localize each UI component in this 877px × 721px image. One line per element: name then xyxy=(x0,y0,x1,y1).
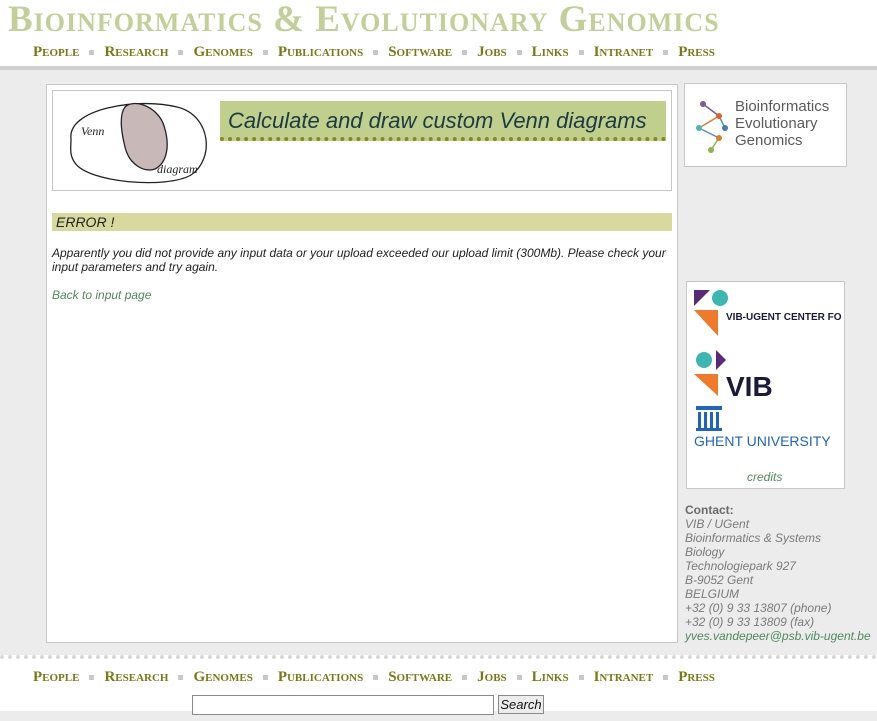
main-content: Venn diagram Calculate and draw custom V… xyxy=(46,84,678,643)
nav-item-software[interactable]: Software xyxy=(388,669,452,686)
nav-item-press[interactable]: Press xyxy=(678,669,715,686)
nav-separator xyxy=(89,675,95,680)
nav-item-software[interactable]: Software xyxy=(388,44,452,61)
site-title[interactable]: Bioinformatics & Evolutionary Genomics xyxy=(8,0,720,40)
nav-separator xyxy=(262,675,268,680)
contact-block: Contact: VIB / UGent Bioinformatics & Sy… xyxy=(685,503,871,643)
vib-ugent-psb-logo: VIB-UGENT CENTER FOR PLANT SYSTEMS BIOLO… xyxy=(694,290,842,336)
contact-line: VIB / UGent xyxy=(685,517,750,531)
nav-item-intranet[interactable]: Intranet xyxy=(594,44,654,61)
search-input[interactable] xyxy=(192,695,494,715)
venn-logo-word: Venn xyxy=(81,124,104,138)
nav-item-intranet[interactable]: Intranet xyxy=(594,669,654,686)
contact-line: Bioinformatics & Systems xyxy=(685,531,822,545)
nav-separator xyxy=(578,675,584,680)
nav-separator xyxy=(373,675,379,680)
nav-separator xyxy=(262,50,268,55)
vib-logo: VIB xyxy=(694,350,773,402)
nav-item-genomes[interactable]: Genomes xyxy=(193,44,252,61)
nav-item-research[interactable]: Research xyxy=(104,44,168,61)
nav-separator xyxy=(663,50,669,55)
back-to-input-link[interactable]: Back to input page xyxy=(52,288,151,302)
nav-separator xyxy=(663,675,669,680)
partner-logos-graphic: VIB-UGENT CENTER FOR PLANT SYSTEMS BIOLO… xyxy=(694,290,842,449)
site-footer: People Research Genomes Publications Sof… xyxy=(0,655,877,715)
error-message: Apparently you did not provide any input… xyxy=(52,246,666,274)
nav-separator xyxy=(462,50,468,55)
contact-line: B-9052 Gent xyxy=(685,573,754,587)
nav-item-research[interactable]: Research xyxy=(104,669,168,686)
network-icon xyxy=(696,101,728,153)
nav-item-jobs[interactable]: Jobs xyxy=(477,669,507,686)
venn-diagram-logo: Venn diagram xyxy=(70,102,207,184)
contact-email-link[interactable]: yves.vandepeer@psb.vib-ugent.be xyxy=(685,629,871,643)
contact-label: Contact: xyxy=(685,503,734,517)
nav-item-press[interactable]: Press xyxy=(678,44,715,61)
nav-item-publications[interactable]: Publications xyxy=(278,44,363,61)
partner-psb-name: VIB-UGENT CENTER FOR PLANT SYSTEMS BIOLO… xyxy=(726,312,842,323)
beg-logo-text: Bioinformatics Evolutionary Genomics xyxy=(735,98,829,149)
search-button[interactable]: Search xyxy=(498,695,544,714)
nav-separator xyxy=(178,675,184,680)
nav-item-publications[interactable]: Publications xyxy=(278,669,363,686)
ghent-university-logo: GHENT UNIVERSITY xyxy=(694,406,831,449)
contact-line: Technologiepark 927 xyxy=(685,559,796,573)
nav-item-jobs[interactable]: Jobs xyxy=(477,44,507,61)
contact-line: +32 (0) 9 33 13809 (fax) xyxy=(685,615,815,629)
nav-separator xyxy=(578,50,584,55)
site-header: Bioinformatics & Evolutionary Genomics P… xyxy=(0,0,877,66)
credits-link[interactable]: credits xyxy=(747,470,782,484)
venn-logo-word: diagram xyxy=(157,162,198,176)
partner-logos: VIB-UGENT CENTER FOR PLANT SYSTEMS BIOLO… xyxy=(686,281,845,489)
beg-logo-line: Genomics xyxy=(735,132,803,149)
contact-line: Biology xyxy=(685,545,725,559)
nav-item-links[interactable]: Links xyxy=(532,669,569,686)
nav-item-genomes[interactable]: Genomes xyxy=(193,669,252,686)
contact-line: +32 (0) 9 33 13807 (phone) xyxy=(685,601,832,615)
error-heading: ERROR ! xyxy=(52,213,672,231)
nav-separator xyxy=(178,50,184,55)
contact-line: BELGIUM xyxy=(685,587,740,601)
beg-logo[interactable]: Bioinformatics Evolutionary Genomics xyxy=(684,83,847,167)
nav-item-links[interactable]: Links xyxy=(532,44,569,61)
page-title: Calculate and draw custom Venn diagrams xyxy=(220,101,666,141)
nav-separator xyxy=(462,675,468,680)
nav-item-people[interactable]: People xyxy=(33,44,79,61)
nav-separator xyxy=(373,50,379,55)
footer-nav: People Research Genomes Publications Sof… xyxy=(33,669,715,686)
top-nav: People Research Genomes Publications Sof… xyxy=(33,44,715,61)
nav-item-people[interactable]: People xyxy=(33,669,79,686)
beg-logo-line: Evolutionary xyxy=(735,115,818,132)
partner-vib-name: VIB xyxy=(726,371,773,402)
nav-separator xyxy=(89,50,95,55)
partner-ghent-name: GHENT UNIVERSITY xyxy=(694,433,831,449)
tool-banner: Venn diagram Calculate and draw custom V… xyxy=(52,90,672,191)
nav-separator xyxy=(516,50,522,55)
header-divider xyxy=(0,66,877,70)
nav-separator xyxy=(516,675,522,680)
beg-logo-line: Bioinformatics xyxy=(735,98,830,115)
